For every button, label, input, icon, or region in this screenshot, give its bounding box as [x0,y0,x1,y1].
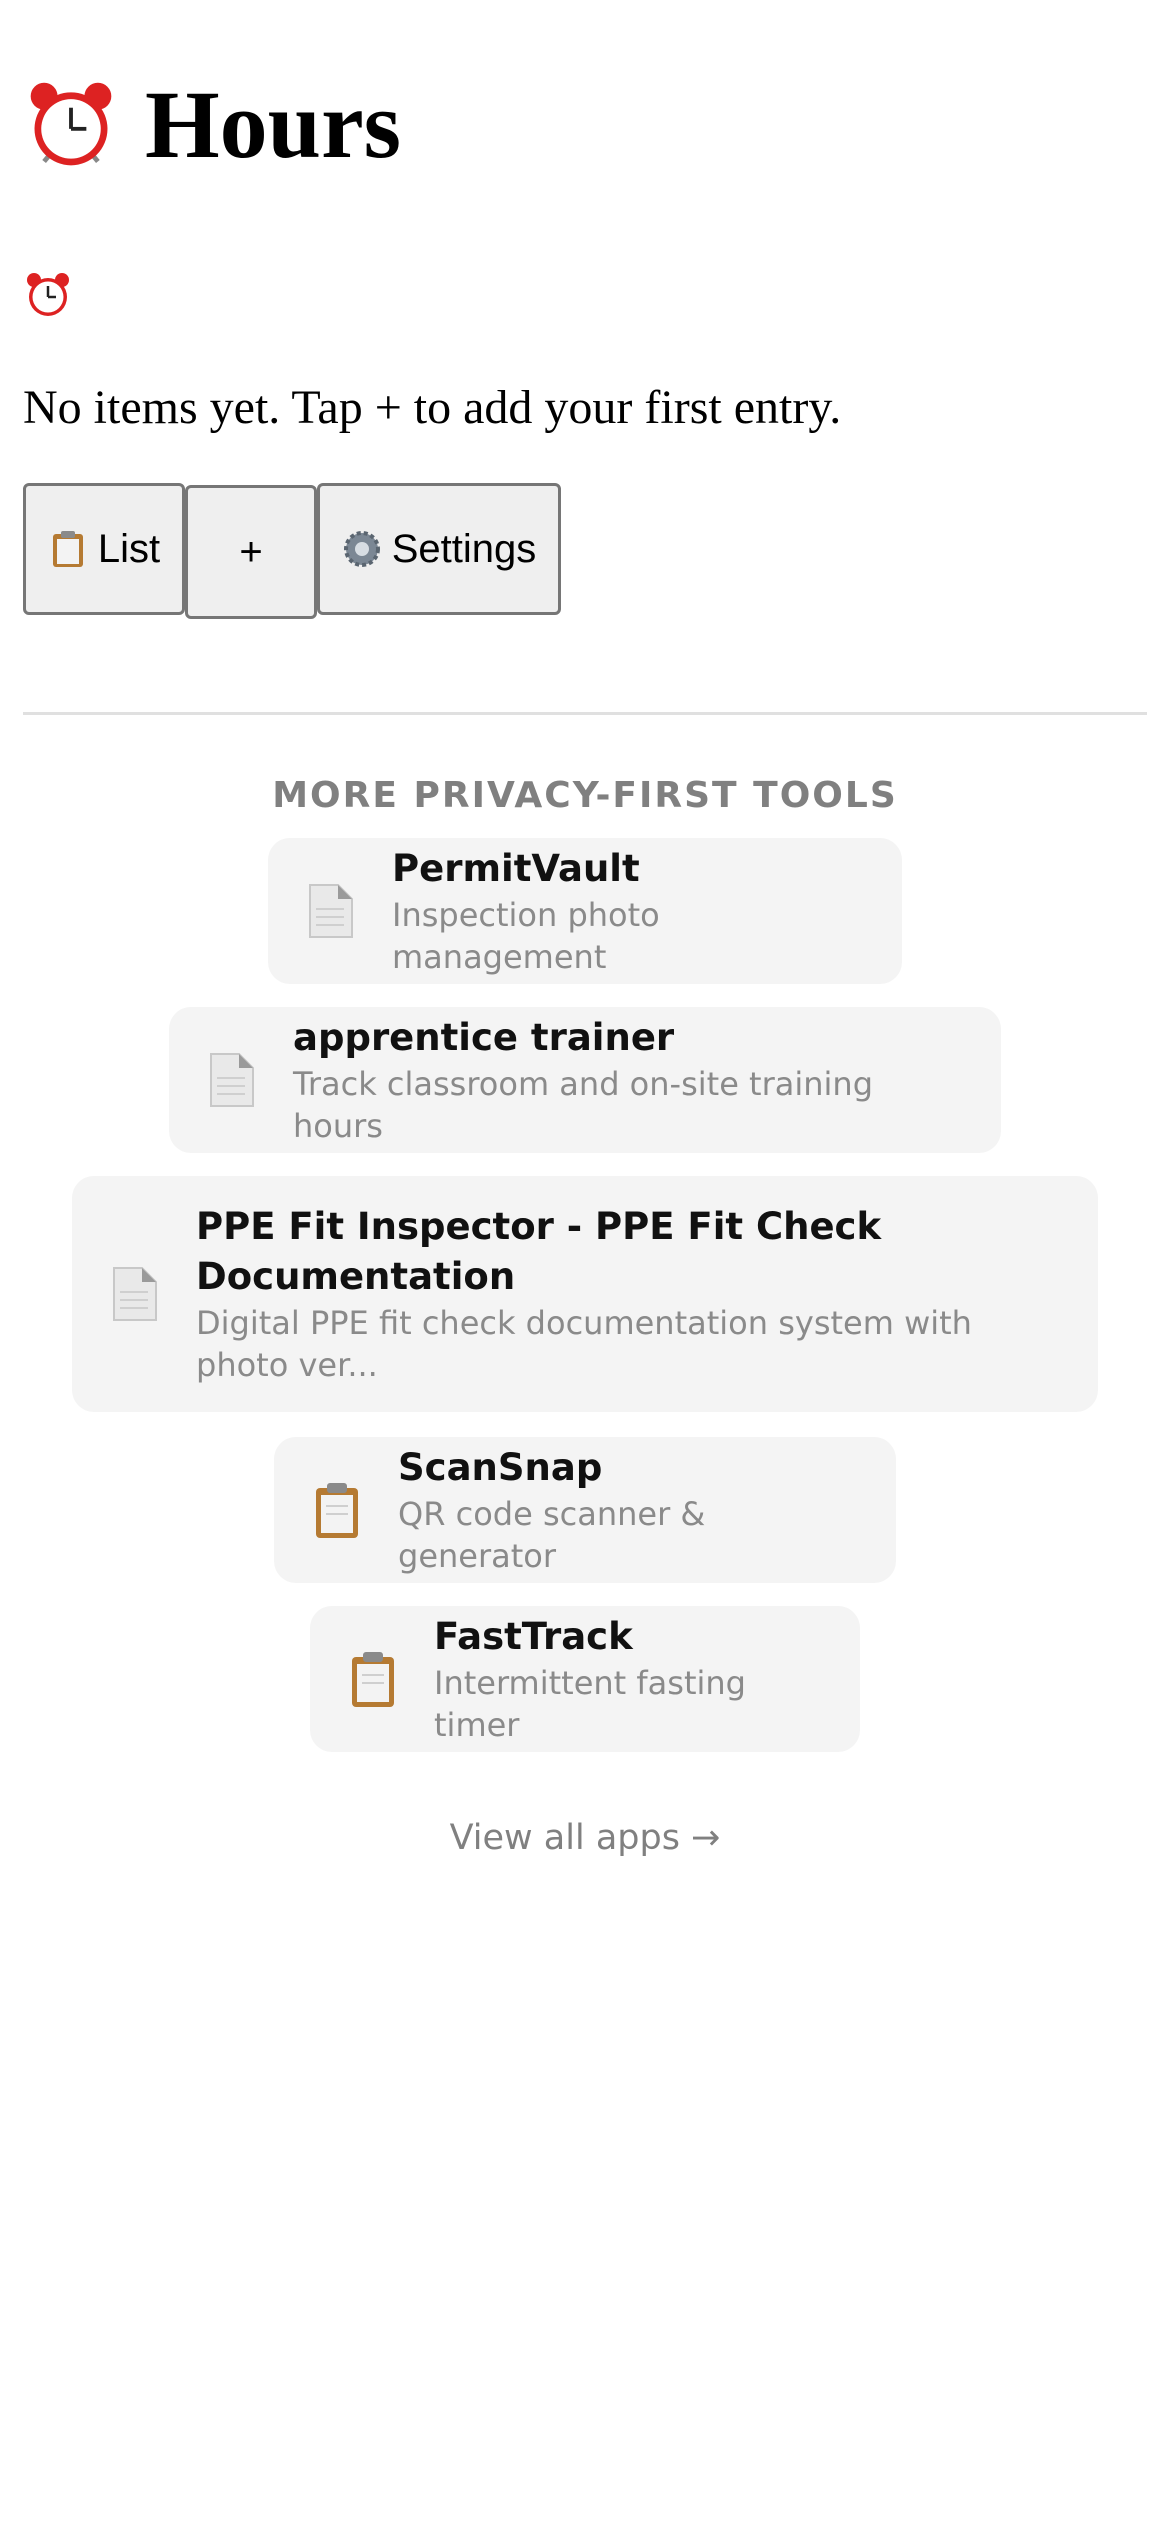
settings-button[interactable]: Settings [317,483,561,615]
add-button-label: + [239,529,263,574]
app-card-permitvault[interactable]: PermitVault Inspection photo management [268,838,902,984]
alarm-clock-icon [30,82,112,166]
document-icon [210,1053,254,1107]
empty-state-message: No items yet. Tap + to add your first en… [23,381,842,434]
app-card-scansnap[interactable]: ScanSnap QR code scanner & generator [274,1437,896,1583]
clipboard-icon [316,1483,358,1538]
page-header: Hours [23,70,401,180]
app-card-description: Digital PPE fit check documentation syst… [196,1304,972,1384]
clipboard-icon [352,1652,394,1707]
app-card-name: FastTrack [434,1615,633,1658]
alarm-clock-icon [27,273,69,316]
app-card-name: apprentice trainer [293,1016,675,1059]
add-button[interactable]: + [185,485,317,619]
app-card-name: PPE Fit Inspector - PPE Fit Check Docume… [196,1205,882,1298]
document-icon [309,884,353,938]
app-card-apprentice-trainer[interactable]: apprentice trainer Track classroom and o… [169,1007,1001,1153]
list-button-label: List [97,526,161,571]
page-title: Hours [145,71,402,178]
app-card-name: PermitVault [392,847,640,890]
clipboard-icon [52,531,83,567]
list-button[interactable]: List [23,483,185,615]
toolbar: List + Settings [23,483,561,619]
divider [23,712,1147,715]
app-card-description: Intermittent fasting timer [434,1664,746,1744]
document-icon [113,1267,157,1321]
app-card-ppe-fit-inspector[interactable]: PPE Fit Inspector - PPE Fit Check Docume… [72,1176,1098,1412]
app-card-description: Track classroom and on-site training hou… [293,1065,874,1145]
gear-icon [343,531,380,567]
app-card-name: ScanSnap [398,1446,603,1489]
settings-button-label: Settings [391,526,537,571]
app-card-description: Inspection photo management [392,896,660,976]
app-card-description: QR code scanner & generator [398,1495,706,1575]
more-tools-heading: MORE PRIVACY-FIRST TOOLS [272,775,898,816]
app-card-fasttrack[interactable]: FastTrack Intermittent fasting timer [310,1606,860,1752]
view-all-apps-link[interactable]: View all apps → [23,1818,1147,1858]
